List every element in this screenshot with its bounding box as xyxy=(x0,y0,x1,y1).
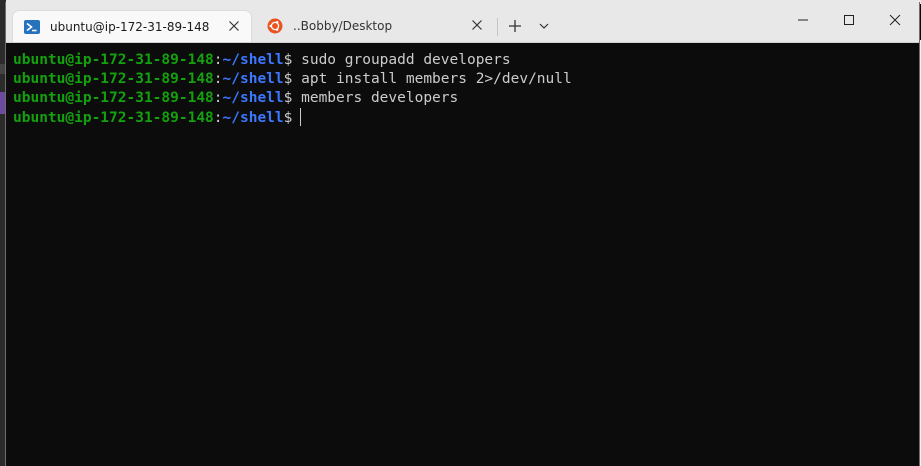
tab-ubuntu-shell[interactable]: ubuntu@ip-172-31-89-148: ~/s xyxy=(12,10,252,42)
maximize-icon xyxy=(844,15,854,25)
prompt-path: ~/shell xyxy=(222,110,284,126)
prompt-user-host: ubuntu@ip-172-31-89-148 xyxy=(13,90,214,106)
prompt-colon: : xyxy=(213,71,223,87)
tab-divider xyxy=(497,18,498,36)
terminal-window: ubuntu@ip-172-31-89-148: ~/s ..Bobby/Des… xyxy=(5,2,920,466)
command-text: sudo groupadd developers xyxy=(292,52,511,68)
close-tab-icon[interactable] xyxy=(227,19,241,33)
terminal-output[interactable]: ubuntu@ip-172-31-89-148:~/shell$ sudo gr… xyxy=(6,43,919,466)
terminal-line-active[interactable]: ubuntu@ip-172-31-89-148:~/shell$ xyxy=(13,108,572,127)
tab-title: ..Bobby/Desktop xyxy=(293,19,393,33)
terminal-line: ubuntu@ip-172-31-89-148:~/shell$ members… xyxy=(13,89,572,108)
tab-bobby-desktop[interactable]: ..Bobby/Desktop xyxy=(256,10,494,42)
prompt-colon: : xyxy=(213,90,223,106)
command-text: apt install members 2>/dev/null xyxy=(292,71,572,87)
prompt-path: ~/shell xyxy=(222,52,284,68)
minimize-icon xyxy=(798,19,808,21)
prompt-user-host: ubuntu@ip-172-31-89-148 xyxy=(13,110,214,126)
title-bar[interactable]: ubuntu@ip-172-31-89-148: ~/s ..Bobby/Des… xyxy=(6,2,919,43)
prompt-colon: : xyxy=(213,110,223,126)
prompt-path: ~/shell xyxy=(222,71,284,87)
prompt-user-host: ubuntu@ip-172-31-89-148 xyxy=(13,52,214,68)
command-text: members developers xyxy=(292,90,459,106)
terminal-line: ubuntu@ip-172-31-89-148:~/shell$ apt ins… xyxy=(13,70,572,89)
minimize-button[interactable] xyxy=(780,2,826,38)
prompt-user-host: ubuntu@ip-172-31-89-148 xyxy=(13,71,214,87)
ubuntu-icon xyxy=(267,18,283,34)
terminal-line: ubuntu@ip-172-31-89-148:~/shell$ sudo gr… xyxy=(13,51,572,70)
terminal-lines: ubuntu@ip-172-31-89-148:~/shell$ sudo gr… xyxy=(13,51,572,127)
close-icon xyxy=(889,14,901,26)
maximize-button[interactable] xyxy=(826,2,872,38)
text-cursor xyxy=(300,108,302,126)
prompt-path: ~/shell xyxy=(222,90,284,106)
prompt-symbol: $ xyxy=(283,110,293,126)
powershell-icon xyxy=(24,19,40,34)
scrollbar[interactable] xyxy=(909,43,919,466)
tab-title: ubuntu@ip-172-31-89-148: ~/s xyxy=(50,19,210,34)
chevron-down-icon[interactable] xyxy=(536,18,552,34)
close-button[interactable] xyxy=(872,2,918,38)
prompt-colon: : xyxy=(213,52,223,68)
plus-icon[interactable] xyxy=(504,15,526,37)
close-tab-icon[interactable] xyxy=(470,18,484,32)
